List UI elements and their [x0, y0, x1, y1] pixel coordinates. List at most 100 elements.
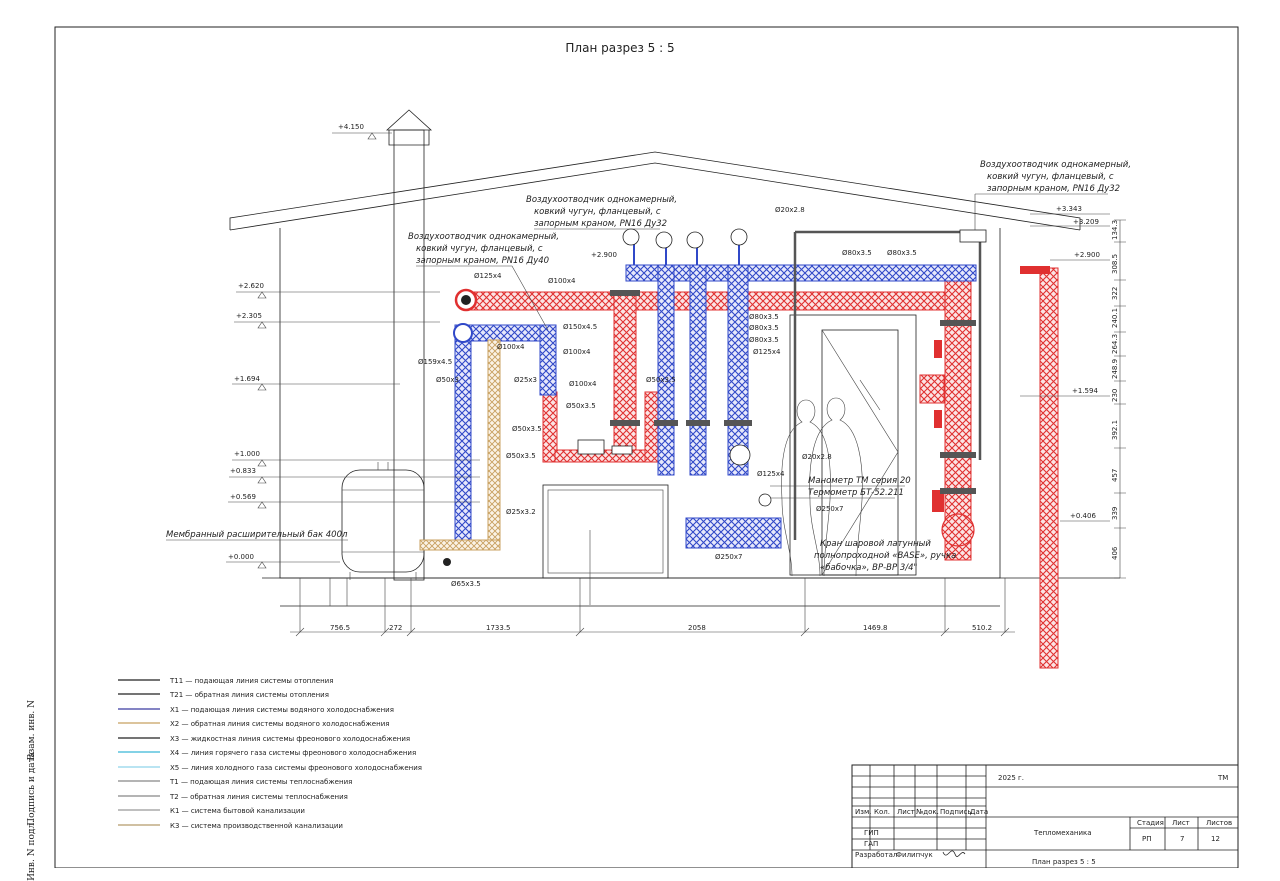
svg-text:К1 — система бытовой канализац: К1 — система бытовой канализации	[170, 807, 305, 815]
bdim-2: 272	[389, 624, 402, 632]
svg-text:ковкий чугун, фланцевый, с: ковкий чугун, фланцевый, с	[416, 244, 543, 254]
rdim-6: 248.9	[1111, 359, 1119, 379]
pipe-label: Ø50х3	[436, 376, 459, 384]
pipe-label: Ø25х3	[514, 376, 537, 384]
side-strip: Взам. инв. N Подпись и дата Инв. N подл.	[27, 700, 41, 881]
stamp-year: 2025 г.	[998, 774, 1024, 782]
elev-4: +1.694	[234, 375, 260, 383]
elevation-marks-left: +4.150 +2.620 +2.305 +1.694 +1.000 +0.83…	[226, 123, 480, 569]
elev-3: +2.305	[236, 312, 262, 320]
right-dimension-chain: 134.3 308.5 322 240.1 264.3 248.9 230 39…	[1111, 219, 1126, 579]
drawing-name: План разрез 5 : 5	[1032, 858, 1096, 866]
svg-text:Т1 — подающая линия системы те: Т1 — подающая линия системы теплоснабжен…	[169, 778, 352, 786]
rdim-10: 339	[1111, 507, 1119, 520]
svg-text:Х3 — жидкостная линия системы: Х3 — жидкостная линия системы фреонового…	[170, 735, 410, 743]
pipe-label: Ø100х4	[548, 277, 576, 285]
callout-deaerator-mid: Воздухоотводчик однокамерный, ковкий чуг…	[526, 195, 677, 230]
elev-7: +0.569	[230, 493, 256, 501]
rdim-1: 134.3	[1111, 220, 1119, 240]
stamp-section: ТМ	[1217, 774, 1228, 782]
svg-text:Воздухоотводчик однокамерный,: Воздухоотводчик однокамерный,	[980, 160, 1131, 170]
pipe-label: Ø20х2.8	[802, 453, 832, 461]
svg-text:Лист: Лист	[1172, 819, 1190, 827]
svg-text:Кол.: Кол.	[874, 808, 890, 816]
elev-11: +2.900	[591, 251, 617, 259]
svg-text:ГАП: ГАП	[864, 840, 878, 848]
svg-text:Разработал: Разработал	[855, 851, 897, 859]
pipe-label: Ø80х3.5	[749, 324, 779, 332]
bdim-5: 1469.8	[863, 624, 888, 632]
pipe-label: Ø125х4	[757, 470, 785, 478]
elev-13: +1.594	[1072, 387, 1098, 395]
svg-text:Стадия: Стадия	[1137, 819, 1164, 827]
pipe-label: Ø100х4	[497, 343, 525, 351]
side-label: Подпись и дата	[27, 752, 37, 826]
rdim-4: 240.1	[1111, 308, 1119, 328]
svg-text:Х5 — линия холодного газа сист: Х5 — линия холодного газа системы фреоно…	[170, 764, 422, 772]
elev-14: +0.406	[1070, 512, 1096, 520]
svg-text:Подпись: Подпись	[940, 808, 972, 816]
svg-text:ковкий чугун, фланцевый, с: ковкий чугун, фланцевый, с	[987, 172, 1114, 182]
elev-10: +3.209	[1073, 218, 1099, 226]
title-block: 2025 г. ТМ Изм. Кол. Лист №док. Подпись …	[851, 764, 1239, 868]
rdim-7: 230	[1111, 389, 1119, 402]
pipe-label: Ø150х4.5	[563, 323, 597, 331]
elev-1: +4.150	[338, 123, 364, 131]
sheets-value: 12	[1211, 835, 1220, 843]
pipe-label: Ø65х3.5	[451, 580, 481, 588]
vertical-axes	[299, 578, 1006, 632]
legend-item: Т1 — подающая линия системы теплоснабжен…	[118, 778, 352, 786]
callout-deaerator-right: Воздухоотводчик однокамерный, ковкий чуг…	[974, 160, 1131, 230]
svg-text:Т11 — подающая линия системы о: Т11 — подающая линия системы отопления	[169, 677, 333, 685]
legend-item: Х2 — обратная линия системы водяного хол…	[118, 720, 389, 728]
pipe-label: Ø125х4	[474, 272, 502, 280]
elev-5: +1.000	[234, 450, 260, 458]
elev-8: +0.000	[228, 553, 254, 561]
drawing-sheet: План разрез 5 : 5 +4.150 +2.620 +2.305 +…	[54, 26, 1239, 868]
rdim-2: 308.5	[1111, 254, 1119, 274]
bdim-1: 756.5	[330, 624, 350, 632]
svg-text:«бабочка», ВР-ВР 3/4": «бабочка», ВР-ВР 3/4"	[820, 563, 918, 573]
bdim-3: 1733.5	[486, 624, 511, 632]
bottom-dimension-chain: 756.5 272 1733.5 2058 1469.8 510.2	[290, 624, 1015, 637]
pipe-label: Ø20х2.8	[775, 206, 805, 214]
svg-text:полнопроходной «BASE», ручка: полнопроходной «BASE», ручка	[814, 551, 956, 561]
svg-text:Х2 — обратная линия системы во: Х2 — обратная линия системы водяного хол…	[170, 720, 389, 728]
svg-text:Х4 — линия горячего газа систе: Х4 — линия горячего газа системы фреонов…	[170, 749, 416, 757]
pipe-label: Ø25х3.2	[506, 508, 536, 516]
svg-text:Воздухоотводчик однокамерный,: Воздухоотводчик однокамерный,	[408, 232, 559, 242]
callout-gauges: Манометр ТМ серия 20 Термометр БТ-52.211	[770, 476, 911, 499]
boiler	[542, 484, 669, 605]
svg-text:Мембранный расширительный бак: Мембранный расширительный бак 400л	[166, 530, 348, 540]
pipe-label: Ø100х4	[569, 380, 597, 388]
legend-item: Т11 — подающая линия системы отопления	[118, 677, 333, 685]
svg-text:Листов: Листов	[1206, 819, 1232, 827]
svg-text:ковкий чугун, фланцевый, с: ковкий чугун, фланцевый, с	[534, 207, 661, 217]
side-label: Инв. N подл.	[27, 820, 37, 881]
drawing-title: План разрез 5 : 5	[565, 41, 674, 55]
pipe-label: Ø80х3.5	[749, 313, 779, 321]
svg-text:Манометр ТМ серия 20: Манометр ТМ серия 20	[808, 476, 911, 486]
pipe-label: Ø125х4	[753, 348, 781, 356]
pipe-label: Ø50х3.5	[566, 402, 596, 410]
svg-text:запорным краном, PN16 Ду40: запорным краном, PN16 Ду40	[416, 256, 549, 266]
svg-text:Изм.: Изм.	[855, 808, 871, 816]
pipe-label: Ø100х4	[563, 348, 591, 356]
bdim-4: 2058	[688, 624, 706, 632]
legend-item: Т2 — обратная линия системы теплоснабжен…	[118, 793, 348, 801]
pipe-label: Ø80х3.5	[749, 336, 779, 344]
svg-text:Х1 — подающая линия системы во: Х1 — подающая линия системы водяного хол…	[170, 706, 394, 714]
pipe-label: Ø80х3.5	[842, 249, 872, 257]
legend-item: К3 — система производственной канализаци…	[118, 822, 343, 830]
elev-12: +2.900	[1074, 251, 1100, 259]
pipe-label: Ø50х3.5	[646, 376, 676, 384]
pipe-label: Ø50х3.5	[512, 425, 542, 433]
pipe-label: Ø159х4.5	[418, 358, 452, 366]
svg-text:запорным краном, PN16 Ду32: запорным краном, PN16 Ду32	[987, 184, 1120, 194]
callout-ball-valve: Кран шаровой латунный полнопроходной «BA…	[814, 539, 956, 573]
project-name: Тепломеханика	[1033, 829, 1092, 837]
svg-text:Кран шаровой латунный: Кран шаровой латунный	[820, 539, 931, 549]
rdim-3: 322	[1111, 287, 1119, 300]
developer-name: Филипчук	[896, 851, 933, 859]
elev-6: +0.833	[230, 467, 256, 475]
